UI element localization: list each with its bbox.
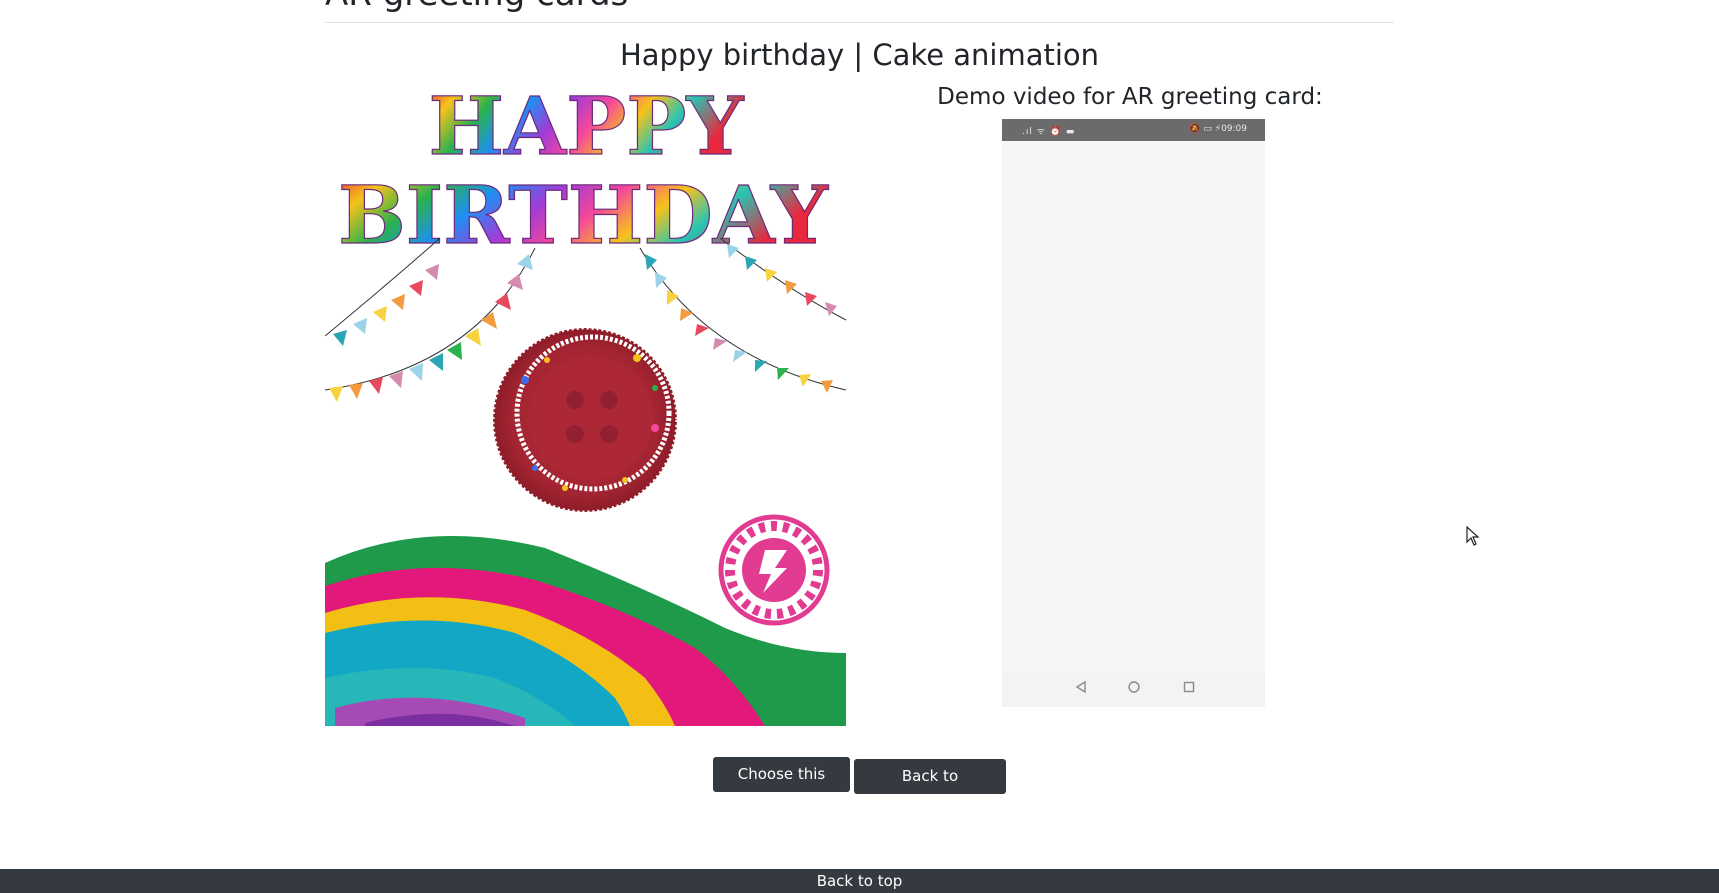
demo-video-title: Demo video for AR greeting card:: [937, 84, 1323, 110]
site-heading: AR greeting cards: [325, 0, 628, 14]
header-divider: [325, 22, 1394, 23]
page-title: Happy birthday | Cake animation: [619, 38, 1100, 72]
choose-card-button[interactable]: Choose this card: [713, 757, 850, 818]
phone-nav-bar: [1002, 671, 1265, 707]
card-preview-image: HAPPY BIRTHDAY: [325, 88, 846, 726]
cake-illustration: [491, 326, 679, 514]
headline-happy: HAPPY: [428, 88, 744, 173]
headline-birthday: BIRTHDAY: [338, 168, 829, 262]
back-to-homepage-button[interactable]: Back to homepage: [854, 759, 1006, 820]
footer: Back to top: [0, 869, 1719, 893]
mouse-cursor-icon: [1466, 525, 1480, 550]
back-triangle-icon: [1072, 680, 1090, 698]
status-icons-right: 🔕 ▭ ⚡09:09: [1189, 124, 1247, 134]
phone-status-bar: .ıl ᯤ ⏰ ▬ 🔕 ▭ ⚡09:09: [1002, 119, 1265, 141]
demo-video-player[interactable]: .ıl ᯤ ⏰ ▬ 🔕 ▭ ⚡09:09: [1002, 119, 1265, 707]
brand-logo: [718, 514, 830, 626]
status-icons-left: .ıl ᯤ ⏰ ▬: [1022, 127, 1076, 137]
home-circle-icon: [1125, 680, 1143, 698]
page: AR greeting cards Happy birthday | Cake …: [0, 0, 1719, 893]
back-to-top-link[interactable]: Back to top: [0, 872, 1719, 890]
recents-square-icon: [1180, 680, 1198, 698]
